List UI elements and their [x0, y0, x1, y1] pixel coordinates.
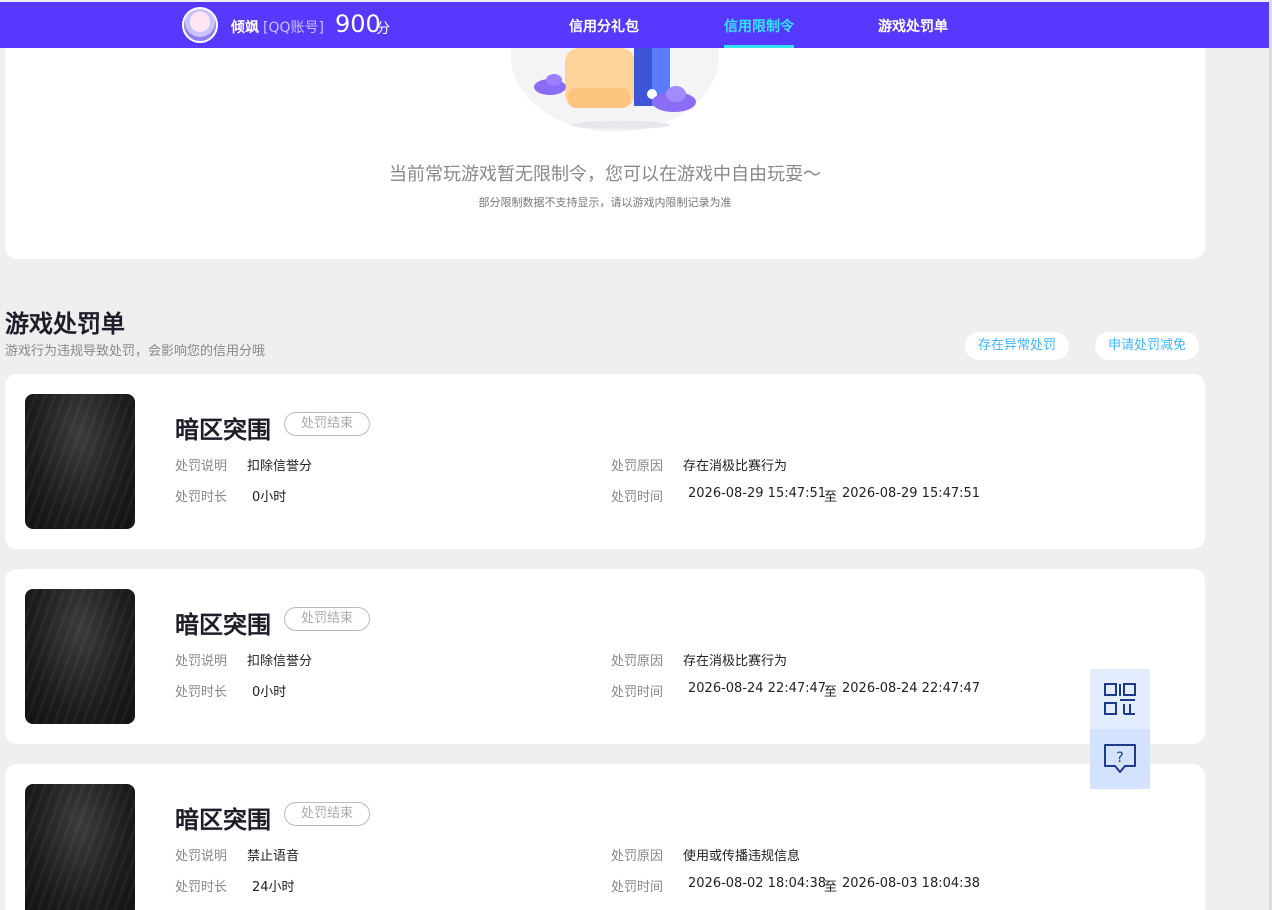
status-badge: 处罚结束 [284, 802, 370, 826]
top-nav-bar: 倾飒 [QQ账号] 900 分 信用分礼包 信用限制令 游戏处罚单 [0, 2, 1269, 48]
apply-penalty-reduction-button[interactable]: 申请处罚减免 [1095, 332, 1200, 360]
penalty-duration-label: 处罚时长 [175, 880, 228, 895]
game-name: 暗区突围 [175, 611, 271, 639]
tab-credit-restriction[interactable]: 信用限制令 [724, 16, 794, 36]
penalty-reason-label: 处罚原因 [611, 459, 664, 474]
help-chat-icon: ? [1104, 744, 1136, 773]
qr-code-button[interactable] [1090, 669, 1150, 729]
user-name: 倾飒 [231, 20, 259, 36]
penalty-time-sep: 至 [824, 490, 838, 505]
status-badge: 处罚结束 [284, 607, 370, 631]
game-name: 暗区突围 [175, 806, 271, 834]
penalty-reason-value: 存在消极比赛行为 [683, 459, 788, 474]
penalty-desc-label: 处罚说明 [175, 849, 228, 864]
svg-text:?: ? [1116, 750, 1123, 766]
restriction-empty-title: 当前常玩游戏暂无限制令，您可以在游戏中自由玩耍～ [389, 164, 821, 185]
penalty-time-label: 处罚时间 [611, 880, 664, 895]
penalty-card[interactable]: 暗区突围 处罚结束 处罚说明 扣除信誉分 处罚时长 0小时 处罚原因 存在消极比… [5, 569, 1205, 744]
penalty-card[interactable]: 暗区突围 处罚结束 处罚说明 禁止语音 处罚时长 24小时 处罚原因 使用或传播… [5, 764, 1205, 910]
penalty-time-sep: 至 [824, 685, 838, 700]
penalty-duration-value: 0小时 [252, 685, 287, 700]
penalty-time-start: 2026-08-29 15:47:51 [688, 486, 827, 501]
penalty-time-end: 2026-08-24 22:47:47 [842, 681, 981, 696]
penalty-desc-value: 禁止语音 [247, 849, 300, 864]
tab-credit-gift[interactable]: 信用分礼包 [569, 16, 639, 36]
penalty-time-label: 处罚时间 [611, 685, 664, 700]
penalty-time-label: 处罚时间 [611, 490, 664, 505]
penalty-reason-label: 处罚原因 [611, 849, 664, 864]
penalty-duration-value: 24小时 [252, 880, 295, 895]
penalty-time-end: 2026-08-29 15:47:51 [842, 486, 981, 501]
penalty-reason-label: 处罚原因 [611, 654, 664, 669]
credit-score-unit: 分 [376, 21, 390, 37]
penalty-desc-label: 处罚说明 [175, 654, 228, 669]
penalty-reason-value: 存在消极比赛行为 [683, 654, 788, 669]
penalty-desc-value: 扣除信誉分 [247, 654, 313, 669]
penalty-time-start: 2026-08-02 18:04:38 [688, 876, 827, 891]
penalty-time-sep: 至 [824, 880, 838, 895]
penalty-reason-value: 使用或传播违规信息 [683, 849, 801, 864]
penalty-desc-value: 扣除信誉分 [247, 459, 313, 474]
empty-state-illustration [511, 48, 719, 132]
penalty-time-end: 2026-08-03 18:04:38 [842, 876, 981, 891]
restriction-empty-subtitle: 部分限制数据不支持显示，请以游戏内限制记录为准 [478, 196, 732, 209]
penalty-duration-value: 0小时 [252, 490, 287, 505]
status-badge: 处罚结束 [284, 412, 370, 436]
penalty-duration-label: 处罚时长 [175, 685, 228, 700]
credit-score: 900 [335, 10, 381, 38]
penalty-card[interactable]: 暗区突围 处罚结束 处罚说明 扣除信誉分 处罚时长 0小时 处罚原因 存在消极比… [5, 374, 1205, 549]
help-button[interactable]: ? [1090, 729, 1150, 789]
penalty-duration-label: 处罚时长 [175, 490, 228, 505]
penalty-section-title: 游戏处罚单 [5, 310, 125, 338]
penalty-time-start: 2026-08-24 22:47:47 [688, 681, 827, 696]
avatar[interactable] [182, 7, 218, 43]
restriction-card: 当前常玩游戏暂无限制令，您可以在游戏中自由玩耍～ 部分限制数据不支持显示，请以游… [5, 48, 1205, 259]
game-name: 暗区突围 [175, 416, 271, 444]
game-cover-image [25, 394, 135, 529]
game-cover-image [25, 784, 135, 910]
penalty-section-subtitle: 游戏行为违规导致处罚，会影响您的信用分哦 [5, 344, 266, 359]
abnormal-penalty-button[interactable]: 存在异常处罚 [965, 332, 1070, 360]
qr-code-icon [1104, 683, 1136, 715]
tab-game-penalty[interactable]: 游戏处罚单 [878, 16, 948, 36]
account-type: [QQ账号] [263, 20, 324, 36]
penalty-desc-label: 处罚说明 [175, 459, 228, 474]
game-cover-image [25, 589, 135, 724]
